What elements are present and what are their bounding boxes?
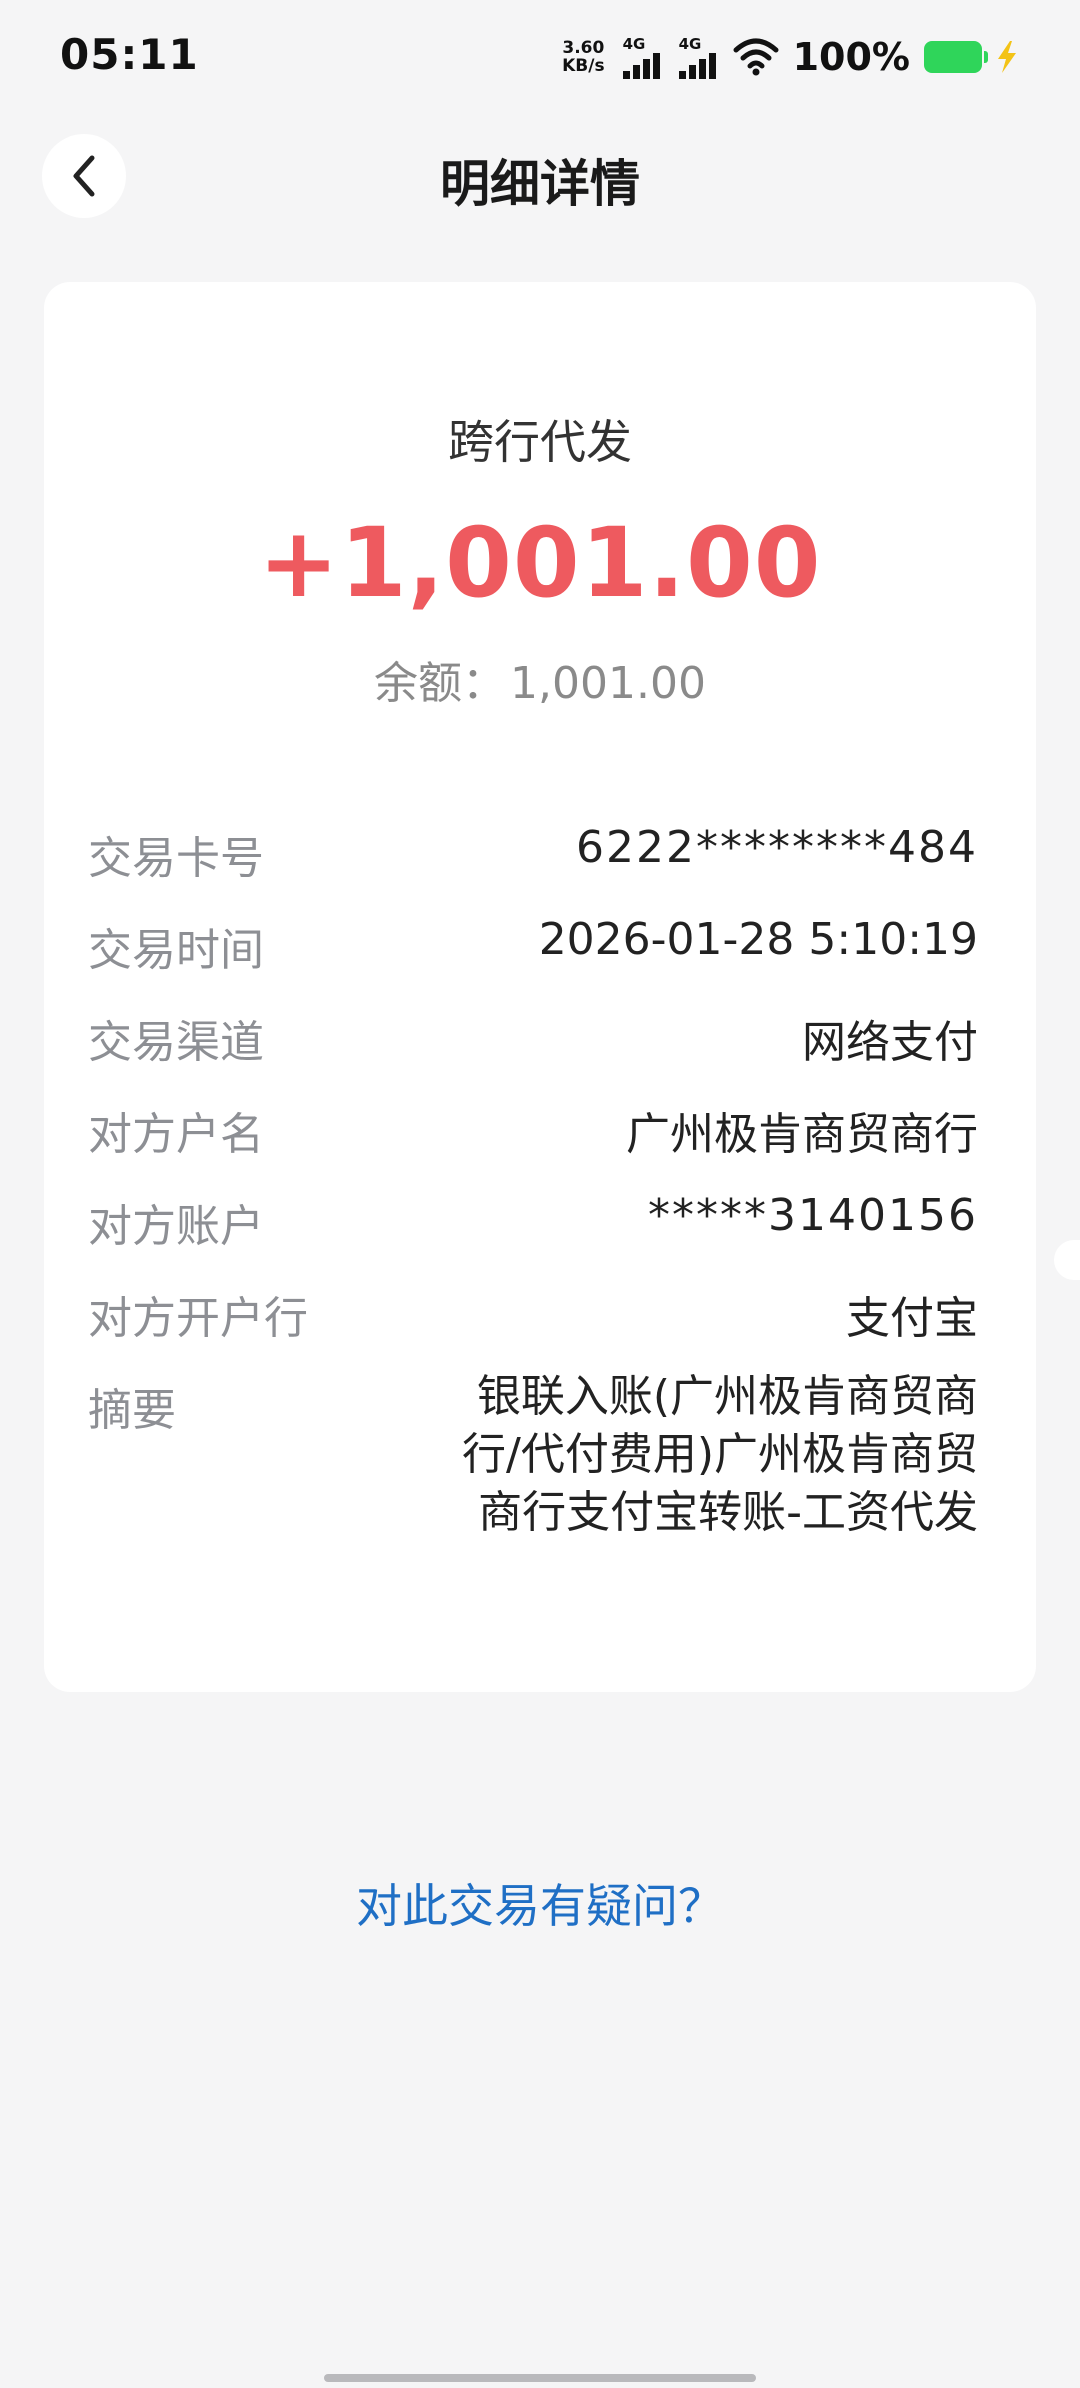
charging-bolt-icon xyxy=(998,41,1016,73)
navigation-bar: 明细详情 xyxy=(0,130,1080,226)
battery-icon xyxy=(924,41,988,73)
transaction-detail-screen: 05:11 3.60 KB/s 4G 4G 100% 明细详情 跨行代发 +1,… xyxy=(0,0,1080,2388)
balance-value: 1,001.00 xyxy=(510,658,706,709)
detail-value: 支付宝 xyxy=(846,1293,978,1344)
network-type-label-2: 4G xyxy=(678,35,702,53)
detail-row-payee-name: 对方户名 广州极肯商贸商行 xyxy=(88,1098,978,1190)
battery-percent: 100% xyxy=(792,35,910,79)
detail-key: 摘要 xyxy=(88,1385,176,1436)
floating-edge-handle[interactable] xyxy=(1054,1240,1080,1280)
detail-row-card-number: 交易卡号 6222********484 xyxy=(88,822,978,914)
detail-value: 广州极肯商贸商行 xyxy=(626,1109,978,1160)
detail-row-payee-account: 对方账户 *****3140156 xyxy=(88,1190,978,1282)
detail-list: 交易卡号 6222********484 交易时间 2026-01-28 5:1… xyxy=(88,822,978,1604)
detail-key: 对方账户 xyxy=(88,1201,264,1252)
balance: 余额：1,001.00 xyxy=(44,647,1036,711)
detail-row-time: 交易时间 2026-01-28 5:10:19 xyxy=(88,914,978,1006)
detail-value: 6222********484 xyxy=(576,822,978,873)
detail-value: 2026-01-28 5:10:19 xyxy=(538,914,978,965)
detail-key: 交易渠道 xyxy=(88,1017,264,1068)
network-speed-unit: KB/s xyxy=(562,56,605,76)
status-indicators: 3.60 KB/s 4G 4G 100% xyxy=(562,32,1022,82)
status-time: 05:11 xyxy=(60,30,199,79)
detail-row-summary: 摘要 银联入账(广州极肯商贸商行/代付费用)广州极肯商贸商行支付宝转账-工资代发 xyxy=(88,1371,978,1604)
status-bar: 05:11 3.60 KB/s 4G 4G 100% xyxy=(0,0,1080,115)
transaction-query-link[interactable]: 对此交易有疑问？ xyxy=(0,1870,1080,1936)
detail-row-payee-bank: 对方开户行 支付宝 xyxy=(88,1282,978,1374)
network-speed: 3.60 KB/s xyxy=(562,39,604,75)
balance-label: 余额： xyxy=(374,658,507,709)
network-speed-value: 3.60 xyxy=(562,38,605,58)
detail-key: 对方户名 xyxy=(88,1109,264,1160)
transaction-type: 跨行代发 xyxy=(448,415,632,469)
detail-row-channel: 交易渠道 网络支付 xyxy=(88,1006,978,1098)
detail-value: *****3140156 xyxy=(648,1190,978,1241)
page-title: 明细详情 xyxy=(440,155,640,213)
detail-key: 交易时间 xyxy=(88,925,264,976)
cellular-signal-icon-2: 4G xyxy=(677,35,723,79)
wifi-icon xyxy=(733,38,779,76)
detail-key: 交易卡号 xyxy=(88,833,264,884)
detail-value: 银联入账(广州极肯商贸商行/代付费用)广州极肯商贸商行支付宝转账-工资代发 xyxy=(462,1371,978,1538)
detail-key: 对方开户行 xyxy=(88,1293,308,1344)
transaction-card: 跨行代发 +1,001.00 余额：1,001.00 交易卡号 6222****… xyxy=(44,282,1036,1692)
detail-value: 网络支付 xyxy=(802,1017,978,1068)
network-type-label: 4G xyxy=(622,35,646,53)
transaction-amount: +1,001.00 xyxy=(258,507,822,619)
cellular-signal-icon: 4G xyxy=(621,35,667,79)
home-indicator[interactable] xyxy=(324,2374,756,2382)
